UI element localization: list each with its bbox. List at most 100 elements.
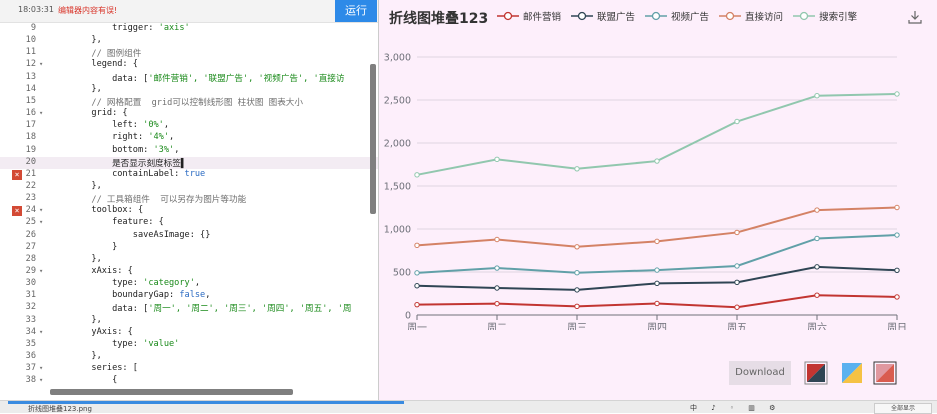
code-text[interactable]: // 工具箱组件 可以另存为图片等功能 <box>50 193 246 205</box>
fold-toggle-icon[interactable]: ▾ <box>39 60 43 68</box>
data-point[interactable] <box>814 207 820 213</box>
code-line[interactable]: 29 ▾ xAxis: { <box>0 266 378 278</box>
code-line[interactable]: 10 }, <box>0 35 378 47</box>
code-line[interactable]: 20 是否显示刻度标签▌ <box>0 156 378 169</box>
code-text[interactable]: series: [ <box>50 363 138 373</box>
code-text[interactable]: data: ['邮件营销', '联盟广告', '视频广告', '直接访 <box>50 72 344 84</box>
data-point[interactable] <box>494 300 500 307</box>
code-line[interactable]: 12 ▾ legend: { <box>0 59 378 71</box>
run-button[interactable]: 运行 <box>335 0 377 22</box>
fold-toggle-icon[interactable]: ▾ <box>39 328 43 336</box>
code-text[interactable]: saveAsImage: {} <box>50 230 211 240</box>
fold-toggle-icon[interactable]: ▾ <box>39 376 43 384</box>
data-point[interactable] <box>654 280 660 287</box>
code-line[interactable]: 37 ▾ series: [ <box>0 363 378 375</box>
data-point[interactable] <box>894 232 900 238</box>
data-point[interactable] <box>494 156 500 163</box>
code-line[interactable]: 31 boundaryGap: false, <box>0 290 378 302</box>
code-line[interactable]: 36 }, <box>0 351 378 363</box>
code-text[interactable]: right: '4%', <box>50 132 174 142</box>
code-text[interactable]: xAxis: { <box>50 266 132 276</box>
data-point[interactable] <box>414 172 420 178</box>
data-point[interactable] <box>734 279 740 286</box>
code-line[interactable]: 27 } <box>0 242 378 254</box>
theme-swatch-blue-yellow[interactable] <box>840 361 864 385</box>
code-line[interactable]: 19 bottom: '3%', <box>0 145 378 157</box>
code-line[interactable]: 17 left: '0%', <box>0 120 378 132</box>
data-point[interactable] <box>414 270 420 276</box>
code-line[interactable]: 32 data: ['周一', '周二', '周三', '周四', '周五', … <box>0 302 378 314</box>
code-line[interactable]: 13 data: ['邮件营销', '联盟广告', '视频广告', '直接访 <box>0 72 378 84</box>
code-text[interactable]: legend: { <box>50 59 138 69</box>
data-point[interactable] <box>654 238 660 245</box>
data-point[interactable] <box>654 300 660 307</box>
code-text[interactable]: type: 'value' <box>50 339 179 349</box>
code-text[interactable]: }, <box>50 181 101 191</box>
theme-swatch-pink[interactable] <box>873 361 897 385</box>
code-text[interactable]: containLabel: true <box>50 169 205 179</box>
data-point[interactable] <box>574 166 580 172</box>
code-text[interactable]: // 图例组件 <box>50 47 141 59</box>
code-text[interactable]: bottom: '3%', <box>50 145 179 155</box>
download-button[interactable]: Download <box>729 361 791 385</box>
fold-toggle-icon[interactable]: ▾ <box>39 109 43 117</box>
data-point[interactable] <box>494 236 500 243</box>
code-line[interactable]: 9 trigger: 'axis' <box>0 23 378 35</box>
code-text[interactable]: boundaryGap: false, <box>50 290 210 300</box>
fold-toggle-icon[interactable]: ▾ <box>39 364 43 372</box>
fold-toggle-icon[interactable]: ▾ <box>39 218 43 226</box>
code-line[interactable]: 16 ▾ grid: { <box>0 108 378 120</box>
legend-item[interactable]: 视频广告 <box>645 9 709 23</box>
code-text[interactable]: } <box>50 242 117 252</box>
data-point[interactable] <box>734 304 740 310</box>
data-point[interactable] <box>734 229 740 236</box>
data-point[interactable] <box>814 235 820 242</box>
code-line[interactable]: 30 type: 'category', <box>0 278 378 290</box>
code-text[interactable]: }, <box>50 315 101 325</box>
code-text[interactable]: yAxis: { <box>50 327 132 337</box>
code-text[interactable]: 是否显示刻度标签▌ <box>50 157 186 169</box>
save-as-image-icon[interactable] <box>908 10 922 24</box>
data-point[interactable] <box>574 287 580 293</box>
code-text[interactable]: type: 'category', <box>50 278 200 288</box>
code-editor[interactable]: 18:03:31 编辑器内容有误! 运行 9 trigger: 'axis' 10… <box>0 0 378 400</box>
code-text[interactable]: grid: { <box>50 108 127 118</box>
data-point[interactable] <box>894 267 900 273</box>
data-point[interactable] <box>414 242 420 249</box>
legend-item[interactable]: 搜索引擎 <box>793 9 857 23</box>
code-line[interactable]: 25 ▾ feature: { <box>0 217 378 229</box>
data-point[interactable] <box>654 267 660 273</box>
code-text[interactable]: }, <box>50 351 101 361</box>
code-line[interactable]: 11 // 图例组件 <box>0 47 378 59</box>
fold-toggle-icon[interactable]: ▾ <box>39 267 43 275</box>
data-point[interactable] <box>814 264 820 270</box>
code-text[interactable]: }, <box>50 254 101 264</box>
code-line[interactable]: 33 }, <box>0 315 378 327</box>
code-line[interactable]: 23 // 工具箱组件 可以另存为图片等功能 <box>0 193 378 205</box>
code-text[interactable]: left: '0%', <box>50 120 169 130</box>
theme-swatch-red[interactable] <box>804 361 828 385</box>
code-text[interactable]: }, <box>50 84 101 94</box>
data-point[interactable] <box>654 158 660 164</box>
code-line[interactable]: × 24 ▾ toolbox: { <box>0 205 378 217</box>
code-text[interactable]: trigger: 'axis' <box>50 23 190 33</box>
data-point[interactable] <box>414 283 420 289</box>
code-line[interactable]: 38 ▾ { <box>0 375 378 387</box>
data-point[interactable] <box>574 303 580 310</box>
data-point[interactable] <box>894 294 900 300</box>
data-point[interactable] <box>734 263 740 269</box>
code-text[interactable]: }, <box>50 35 101 45</box>
code-line[interactable]: 28 }, <box>0 254 378 266</box>
data-point[interactable] <box>414 301 420 308</box>
legend-item[interactable]: 直接访问 <box>719 9 783 23</box>
code-line[interactable]: 18 right: '4%', <box>0 132 378 144</box>
code-line[interactable]: 15 // 网格配置 grid可以控制线形图 柱状图 图表大小 <box>0 96 378 108</box>
data-point[interactable] <box>814 292 820 298</box>
legend-item[interactable]: 邮件营销 <box>497 9 561 23</box>
code-line[interactable]: × 21 containLabel: true <box>0 169 378 181</box>
vertical-scrollbar[interactable] <box>370 64 376 214</box>
data-point[interactable] <box>894 91 900 97</box>
code-text[interactable]: // 网格配置 grid可以控制线形图 柱状图 图表大小 <box>50 96 303 108</box>
code-line[interactable]: 14 }, <box>0 84 378 96</box>
data-point[interactable] <box>494 285 500 291</box>
